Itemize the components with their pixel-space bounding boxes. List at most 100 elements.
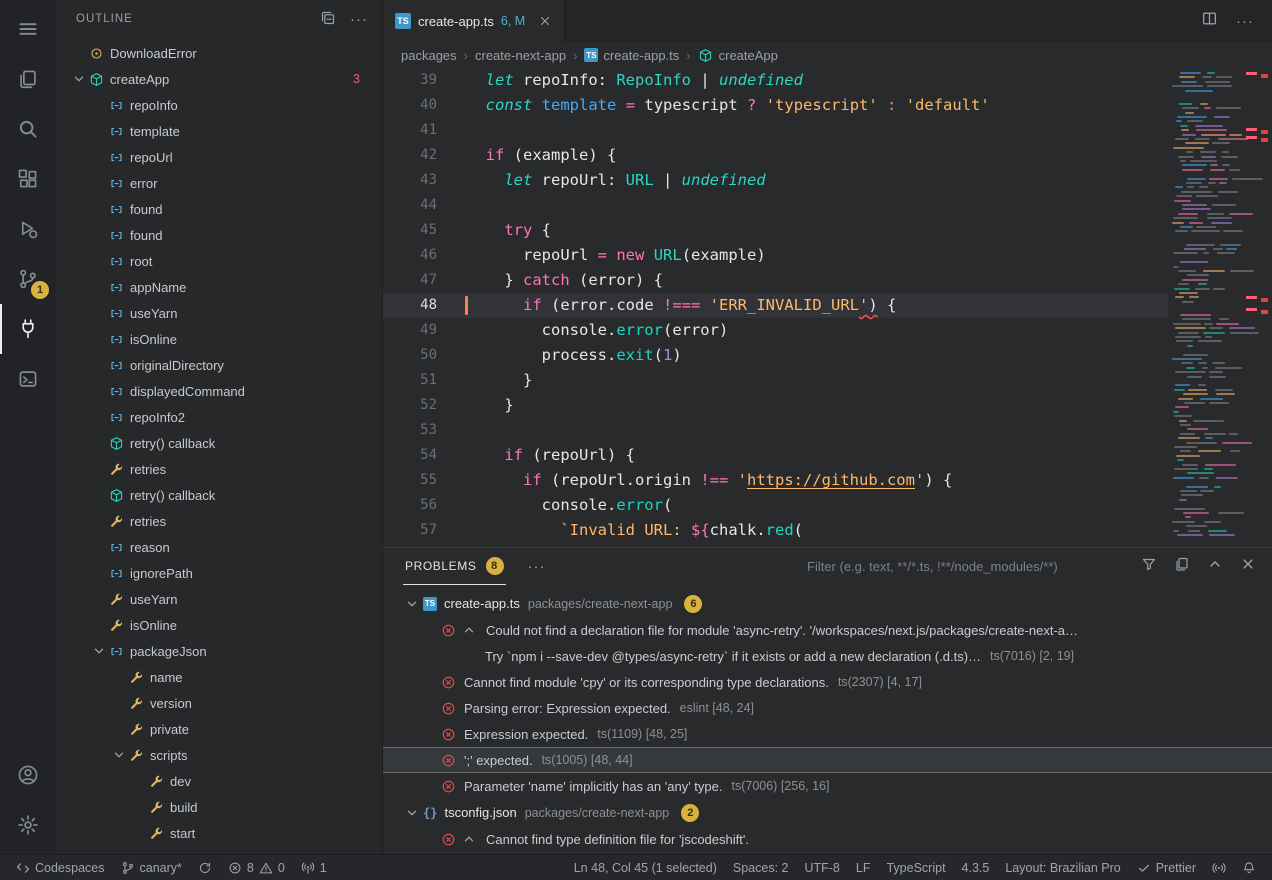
status-cursor-position[interactable]: Ln 48, Col 45 (1 selected)	[566, 855, 725, 880]
code-line-48[interactable]: 48 if (error.code !=== 'ERR_INVALID_URL'…	[383, 293, 1168, 318]
status-git-branch[interactable]: canary*	[113, 855, 190, 880]
outline-item-displayedcommand[interactable]: displayedCommand	[56, 378, 382, 404]
outline-item-originaldirectory[interactable]: originalDirectory	[56, 352, 382, 378]
status-language-mode[interactable]: TypeScript	[878, 855, 953, 880]
editor-more-actions-icon[interactable]: ···	[1236, 14, 1254, 29]
chevron-down-icon[interactable]	[92, 644, 108, 658]
problem-row[interactable]: Expression expected.ts(1109) [48, 25]	[383, 721, 1272, 747]
code-line-54[interactable]: 54 if (repoUrl) {	[383, 443, 1168, 468]
problems-file-row-tsconfig-json[interactable]: {}tsconfig.jsonpackages/create-next-app2	[383, 799, 1272, 826]
split-editor-icon[interactable]	[1201, 10, 1218, 32]
problem-row[interactable]: Cannot find module 'cpy' or its correspo…	[383, 669, 1272, 695]
problem-row[interactable]: ';' expected.ts(1005) [48, 44]	[383, 747, 1272, 773]
activity-item-source-control[interactable]: 1	[0, 254, 56, 304]
outline-item-retry-callback[interactable]: retry() callback	[56, 430, 382, 456]
code-line-44[interactable]: 44	[383, 193, 1168, 218]
outline-item-appname[interactable]: appName	[56, 274, 382, 300]
problems-filter-input[interactable]	[805, 558, 1123, 575]
chevron-down-icon[interactable]	[405, 806, 421, 820]
outline-item-found[interactable]: found	[56, 196, 382, 222]
activity-item-settings[interactable]	[0, 800, 56, 850]
status-sync[interactable]	[190, 855, 220, 880]
outline-item-useyarn[interactable]: useYarn	[56, 300, 382, 326]
activity-item-run-and-debug[interactable]	[0, 204, 56, 254]
code-line-47[interactable]: 47 } catch (error) {	[383, 268, 1168, 293]
code-line-43[interactable]: 43 let repoUrl: URL | undefined	[383, 168, 1168, 193]
outline-item-private[interactable]: private	[56, 716, 382, 742]
filter-icon[interactable]	[1141, 556, 1157, 577]
outline-item-retry-callback[interactable]: retry() callback	[56, 482, 382, 508]
outline-item-name[interactable]: name	[56, 664, 382, 690]
activity-item-remote-tools[interactable]	[0, 304, 56, 354]
status-broadcast[interactable]	[1204, 855, 1234, 880]
outline-item-isonline[interactable]: isOnline	[56, 612, 382, 638]
status-remote-indicator[interactable]: Codespaces	[8, 855, 113, 880]
activity-item-menu[interactable]	[0, 4, 56, 54]
outline-item-build[interactable]: build	[56, 794, 382, 820]
outline-item-repoinfo2[interactable]: repoInfo2	[56, 404, 382, 430]
code-line-58[interactable]: 58 `"${example}"`	[383, 543, 1168, 547]
collapse-all-icon[interactable]	[320, 10, 336, 29]
close-tab-icon[interactable]	[538, 14, 552, 28]
activity-item-extensions[interactable]	[0, 154, 56, 204]
breadcrumb-item-create-next-app[interactable]: create-next-app	[475, 48, 566, 63]
problem-row[interactable]: Try `npm i --save-dev @types/async-retry…	[383, 643, 1272, 669]
collapse-panel-icon[interactable]	[1207, 556, 1223, 577]
outline-item-repourl[interactable]: repoUrl	[56, 144, 382, 170]
activity-item-panel-console[interactable]	[0, 354, 56, 404]
outline-item-dev[interactable]: dev	[56, 768, 382, 794]
code-line-52[interactable]: 52 }	[383, 393, 1168, 418]
outline-item-scripts[interactable]: scripts	[56, 742, 382, 768]
code-line-41[interactable]: 41	[383, 118, 1168, 143]
code-area[interactable]: 39 let repoInfo: RepoInfo | undefined40 …	[383, 68, 1168, 547]
status-layout[interactable]: Layout: Brazilian Pro	[997, 855, 1128, 880]
problem-row[interactable]: Cannot find type definition file for 'js…	[383, 826, 1272, 852]
status-ports[interactable]: 1	[293, 855, 335, 880]
outline-item-version[interactable]: version	[56, 690, 382, 716]
outline-item-useyarn[interactable]: useYarn	[56, 586, 382, 612]
chevron-up-icon[interactable]	[462, 832, 478, 846]
problem-row[interactable]: Parameter 'name' implicitly has an 'any'…	[383, 773, 1272, 799]
outline-item-start[interactable]: start	[56, 820, 382, 846]
minimap[interactable]	[1168, 68, 1272, 547]
group-by-icon[interactable]	[1174, 556, 1190, 577]
status-problems-summary[interactable]: 80	[220, 855, 293, 880]
outline-item-retries[interactable]: retries	[56, 456, 382, 482]
panel-more-actions-icon[interactable]: ···	[528, 559, 546, 574]
problem-row[interactable]: Could not find a declaration file for mo…	[383, 617, 1272, 643]
breadcrumb-item-packages[interactable]: packages	[401, 48, 457, 63]
status-notifications[interactable]	[1234, 855, 1264, 880]
outline-item-error[interactable]: error	[56, 170, 382, 196]
status-encoding[interactable]: UTF-8	[796, 855, 847, 880]
outline-item-found[interactable]: found	[56, 222, 382, 248]
outline-item-root[interactable]: root	[56, 248, 382, 274]
close-panel-icon[interactable]	[1240, 556, 1256, 577]
breadcrumb-item-createapp[interactable]: createApp	[698, 47, 778, 63]
outline-item-template[interactable]: template	[56, 118, 382, 144]
status-prettier[interactable]: Prettier	[1129, 855, 1204, 880]
code-line-57[interactable]: 57 `Invalid URL: ${chalk.red(	[383, 518, 1168, 543]
breadcrumb-item-create-app-ts[interactable]: TScreate-app.ts	[584, 48, 679, 63]
status-eol[interactable]: LF	[848, 855, 879, 880]
code-line-39[interactable]: 39 let repoInfo: RepoInfo | undefined	[383, 68, 1168, 93]
outline-item-createapp[interactable]: createApp3	[56, 66, 382, 92]
code-line-56[interactable]: 56 console.error(	[383, 493, 1168, 518]
activity-item-accounts[interactable]	[0, 750, 56, 800]
outline-item-reason[interactable]: reason	[56, 534, 382, 560]
code-line-51[interactable]: 51 }	[383, 368, 1168, 393]
code-line-46[interactable]: 46 repoUrl = new URL(example)	[383, 243, 1168, 268]
status-indentation[interactable]: Spaces: 2	[725, 855, 797, 880]
code-line-42[interactable]: 42 if (example) {	[383, 143, 1168, 168]
outline-item-retries[interactable]: retries	[56, 508, 382, 534]
code-line-49[interactable]: 49 console.error(error)	[383, 318, 1168, 343]
chevron-down-icon[interactable]	[112, 748, 128, 762]
outline-item-packagejson[interactable]: packageJson	[56, 638, 382, 664]
activity-item-explorer[interactable]	[0, 54, 56, 104]
activity-item-search[interactable]	[0, 104, 56, 154]
outline-item-isonline[interactable]: isOnline	[56, 326, 382, 352]
code-line-45[interactable]: 45 try {	[383, 218, 1168, 243]
outline-item-repoinfo[interactable]: repoInfo	[56, 92, 382, 118]
tab-create-app-ts[interactable]: TS create-app.ts 6, M	[383, 0, 565, 42]
tab-problems[interactable]: PROBLEMS 8	[403, 548, 506, 585]
problem-row[interactable]: Parsing error: Expression expected.eslin…	[383, 695, 1272, 721]
